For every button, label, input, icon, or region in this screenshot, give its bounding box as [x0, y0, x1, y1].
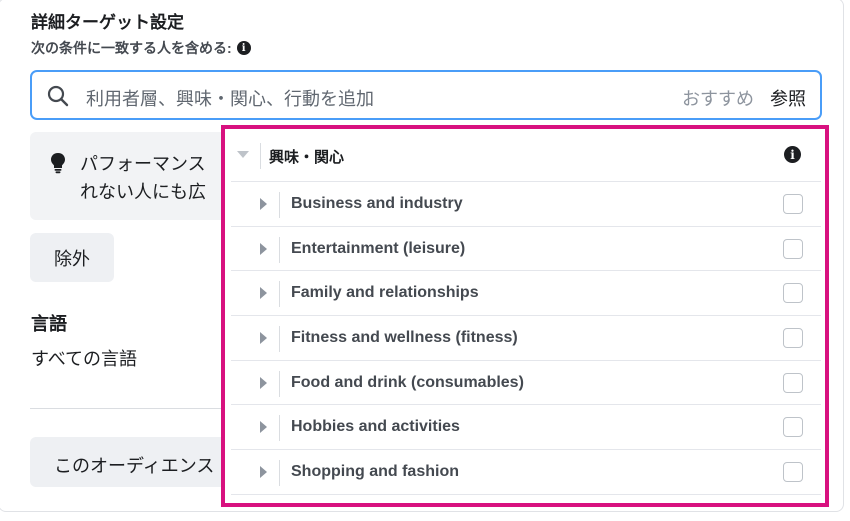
list-item[interactable]: Fitness and wellness (fitness): [231, 316, 821, 361]
search-placeholder: 利用者層、興味・関心、行動を追加: [86, 89, 374, 109]
item-label: Business and industry: [291, 195, 463, 212]
separator: [279, 505, 280, 507]
expand-icon[interactable]: [260, 376, 267, 389]
expand-icon[interactable]: [260, 332, 267, 345]
search-input[interactable]: 利用者層、興味・関心、行動を追加 おすすめ 参照: [30, 70, 822, 120]
list-item[interactable]: Shopping and fashion: [231, 450, 821, 495]
category-title: 興味・関心: [269, 149, 345, 166]
item-label: Fitness and wellness (fitness): [291, 329, 518, 347]
separator: [279, 236, 280, 263]
expand-icon[interactable]: [260, 242, 267, 255]
item-label: Food and drink (consumables): [291, 373, 524, 391]
item-checkbox[interactable]: [783, 372, 803, 393]
category-header[interactable]: 興味・関心 i: [231, 129, 821, 182]
item-checkbox[interactable]: [783, 238, 803, 259]
dropdown-list: 興味・関心 i Business and industry Entertainm…: [231, 129, 821, 507]
suggestions-link[interactable]: おすすめ: [682, 85, 754, 111]
item-checkbox[interactable]: [783, 462, 803, 483]
list-item[interactable]: Family and relationships: [231, 271, 821, 317]
info-icon[interactable]: i: [784, 146, 801, 163]
item-checkbox[interactable]: [783, 417, 803, 438]
list-item[interactable]: Food and drink (consumables): [231, 361, 821, 406]
separator: [279, 370, 280, 397]
collapse-icon[interactable]: [237, 151, 249, 158]
separator: [279, 415, 280, 442]
search-icon: [47, 85, 69, 107]
separator: [279, 192, 280, 218]
language-title: 言語: [31, 314, 67, 334]
browse-link[interactable]: 参照: [770, 85, 806, 111]
item-checkbox[interactable]: [783, 328, 803, 349]
info-icon[interactable]: i: [236, 41, 251, 55]
separator: [260, 143, 261, 169]
expand-icon[interactable]: [260, 421, 267, 434]
audience-button-label: このオーディエンス: [54, 456, 215, 476]
list-item[interactable]: Hobbies and activities: [231, 405, 821, 451]
item-label: Shopping and fashion: [291, 463, 459, 481]
item-checkbox[interactable]: [783, 283, 803, 304]
expand-icon[interactable]: [260, 198, 267, 210]
expand-icon[interactable]: [260, 287, 267, 300]
separator: [279, 460, 280, 487]
expand-icon[interactable]: [260, 466, 267, 479]
list-item[interactable]: Business and industry: [231, 182, 821, 227]
language-value[interactable]: すべての言語: [31, 345, 137, 371]
item-checkbox[interactable]: [783, 194, 803, 214]
section-subtitle: 次の条件に一致する人を含める: i: [31, 38, 251, 58]
tip-text-line2: れない人にも広: [80, 182, 206, 202]
item-label: Family and relationships: [291, 284, 479, 302]
lightbulb-icon: [51, 153, 65, 174]
list-item[interactable]: Entertainment (leisure): [231, 227, 821, 272]
interests-dropdown: 興味・関心 i Business and industry Entertainm…: [221, 125, 829, 507]
section-title: 詳細ターゲット設定: [31, 13, 184, 32]
item-label: Entertainment (leisure): [291, 239, 466, 257]
exclude-button[interactable]: 除外: [30, 233, 114, 282]
list-item[interactable]: [231, 495, 821, 507]
separator: [279, 326, 280, 353]
separator: [279, 281, 280, 308]
subtitle-text: 次の条件に一致する人を含める:: [31, 40, 232, 56]
tip-text-line1: パフォーマンス: [80, 154, 206, 174]
item-label: Hobbies and activities: [291, 418, 460, 436]
